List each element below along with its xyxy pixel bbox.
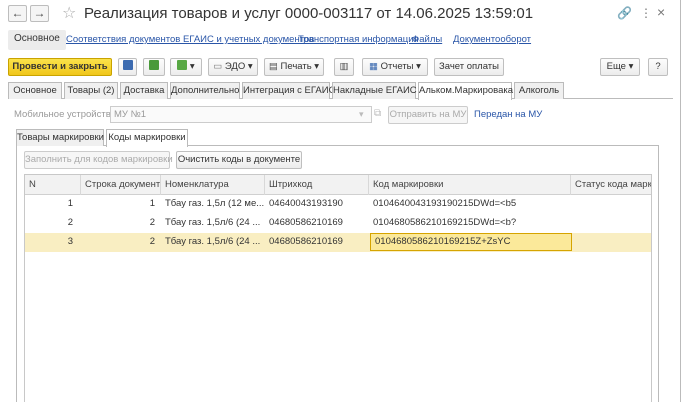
more-vertical-icon[interactable]: ⋮ (640, 6, 652, 20)
cell-barcode: 04640043193190 (269, 198, 343, 209)
link-icon[interactable]: 🔗 (617, 6, 632, 20)
marking-subtabs: Товары маркировки Коды маркировки (16, 129, 659, 147)
cell-marking-code: 0104680586210169215DWd=<b? (373, 217, 517, 228)
nav-link-files[interactable]: Файлы (412, 34, 442, 45)
offset-payment-button[interactable]: Зачет оплаты (434, 58, 504, 76)
back-button[interactable]: ← (8, 5, 27, 22)
mobile-device-label: Мобильное устройство: (14, 109, 119, 120)
save-button[interactable] (118, 58, 137, 76)
col-doc-line[interactable]: Строка документа (81, 175, 161, 195)
cell-n: 2 (67, 217, 73, 228)
more-label: Еще (606, 61, 626, 72)
edo-button[interactable]: ▭ ЭДО ▾ (208, 58, 258, 76)
chevron-down-icon: ▾ (628, 61, 634, 72)
table-header: N Строка документа Номенклатура Штрихкод… (25, 175, 651, 195)
col-n[interactable]: N (25, 175, 81, 195)
tab-main[interactable]: Основное (8, 82, 62, 99)
edo-label: ЭДО (224, 61, 246, 72)
cell-code-status (571, 214, 651, 233)
tab-alcohol[interactable]: Алкоголь (514, 82, 564, 99)
col-nomenclature[interactable]: Номенклатура (161, 175, 265, 195)
mobile-device-field[interactable]: МУ №1 (110, 106, 372, 123)
subtab-marking-codes[interactable]: Коды маркировки (106, 129, 188, 147)
command-bar: Провести и закрыть ▾ ▭ ЭДО ▾ ▤ Печать ▾ … (8, 58, 673, 78)
table-row[interactable]: 2 2 Тбау газ. 1,5л/6 (24 ... 04680586210… (25, 214, 651, 233)
cell-n: 3 (67, 236, 73, 247)
page-title: Реализация товаров и услуг 0000-003117 о… (84, 5, 534, 22)
title-bar: ← → ☆ Реализация товаров и услуг 0000-00… (0, 0, 681, 28)
document-window: ← → ☆ Реализация товаров и услуг 0000-00… (0, 0, 681, 402)
tab-alcohol-marking[interactable]: Альком.Маркировака (418, 82, 513, 100)
document-icon: ▥ (339, 61, 349, 72)
chevron-down-icon: ▾ (189, 61, 195, 72)
post-button[interactable] (143, 58, 165, 76)
tab-egais-integration[interactable]: Интеграция с ЕГАИС (242, 82, 335, 99)
sent-to-device-link[interactable]: Передан на МУ (474, 109, 542, 120)
report-icon: ▦ (369, 61, 379, 72)
favorite-star-icon[interactable]: ☆ (62, 3, 76, 23)
cell-nomenclature: Тбау газ. 1,5л/6 (24 ... (165, 236, 261, 247)
table-row-selected[interactable]: 3 2 Тбау газ. 1,5л/6 (24 ... 04680586210… (25, 233, 651, 252)
more-button[interactable]: Еще ▾ (600, 58, 640, 76)
cell-nomenclature: Тбау газ. 1,5л/6 (24 ... (165, 217, 261, 228)
nav-link-docflow[interactable]: Документооборот (453, 34, 531, 45)
nav-main[interactable]: Основное (8, 30, 66, 50)
create-based-icon (177, 60, 188, 70)
fill-for-codes-button[interactable]: Заполнить для кодов маркировки (24, 151, 173, 169)
mobile-device-value: МУ №1 (114, 109, 147, 120)
cell-barcode: 04680586210169 (269, 217, 343, 228)
cell-doc-line: 1 (149, 198, 155, 209)
subtab-marked-goods[interactable]: Товары маркировки (16, 129, 104, 146)
cell-doc-line: 2 (149, 217, 155, 228)
cell-n: 1 (67, 198, 73, 209)
marking-codes-table: N Строка документа Номенклатура Штрихкод… (24, 174, 652, 402)
chevron-down-icon: ▾ (247, 61, 253, 72)
arrow-left-icon: ← (11, 6, 24, 20)
main-tabs: Основное Товары (2) Доставка Дополнитель… (8, 82, 673, 100)
col-barcode[interactable]: Штрихкод (265, 175, 369, 195)
arrow-right-icon: → (33, 6, 46, 20)
cell-code-status (571, 195, 651, 214)
chevron-down-icon: ▾ (314, 61, 320, 72)
edo-icon: ▭ (213, 61, 223, 72)
print-label: Печать (280, 61, 312, 72)
col-code-status[interactable]: Статус кода маркировки (571, 175, 651, 195)
cell-marking-code-focused[interactable]: 0104680586210169215Z+ZsYC (370, 233, 572, 251)
create-based-on-button[interactable]: ▾ (170, 58, 202, 76)
cell-code-status (573, 233, 651, 252)
tab-egais-waybills[interactable]: Накладные ЕГАИС (332, 82, 417, 99)
post-and-close-button[interactable]: Провести и закрыть (8, 58, 112, 76)
post-icon (149, 60, 159, 70)
reports-button[interactable]: ▦ Отчеты ▾ (362, 58, 428, 76)
forward-button[interactable]: → (30, 5, 49, 22)
cell-marking-code: 0104640043193190215DWd=<b5 (373, 198, 517, 209)
table-row[interactable]: 1 1 Тбау газ. 1,5л (12 ме... 04640043193… (25, 195, 651, 214)
tab-additional[interactable]: Дополнительно (170, 82, 240, 99)
nav-link-transport[interactable]: Транспортная информация (298, 34, 419, 45)
cell-nomenclature: Тбау газ. 1,5л (12 ме... (165, 198, 265, 209)
tab-goods[interactable]: Товары (2) (64, 82, 118, 99)
cell-barcode: 04680586210169 (269, 236, 343, 247)
mobile-device-row: Мобильное устройство: МУ №1 ▾ ⧉ Отправит… (14, 106, 674, 124)
clear-codes-button[interactable]: Очистить коды в документе (176, 151, 302, 169)
save-icon (122, 60, 133, 70)
nav-link-egais-mapping[interactable]: Соответствия документов ЕГАИС и учетных … (66, 34, 314, 45)
tab-delivery[interactable]: Доставка (120, 82, 168, 99)
printer-icon: ▤ (268, 61, 278, 72)
cell-doc-line: 2 (149, 236, 155, 247)
structure-button[interactable]: ▥ (334, 58, 354, 76)
help-button[interactable]: ? (648, 58, 668, 76)
print-button[interactable]: ▤ Печать ▾ (264, 58, 324, 76)
chevron-down-icon: ▾ (416, 61, 421, 72)
navigation-links: Основное Соответствия документов ЕГАИС и… (8, 30, 673, 52)
open-icon[interactable]: ⧉ (374, 108, 381, 119)
reports-label: Отчеты (380, 61, 414, 72)
col-marking-code[interactable]: Код маркировки (369, 175, 571, 195)
send-to-device-button[interactable]: Отправить на МУ (388, 106, 468, 124)
dropdown-arrow-icon[interactable]: ▾ (359, 109, 364, 120)
close-icon[interactable]: × (657, 4, 665, 20)
